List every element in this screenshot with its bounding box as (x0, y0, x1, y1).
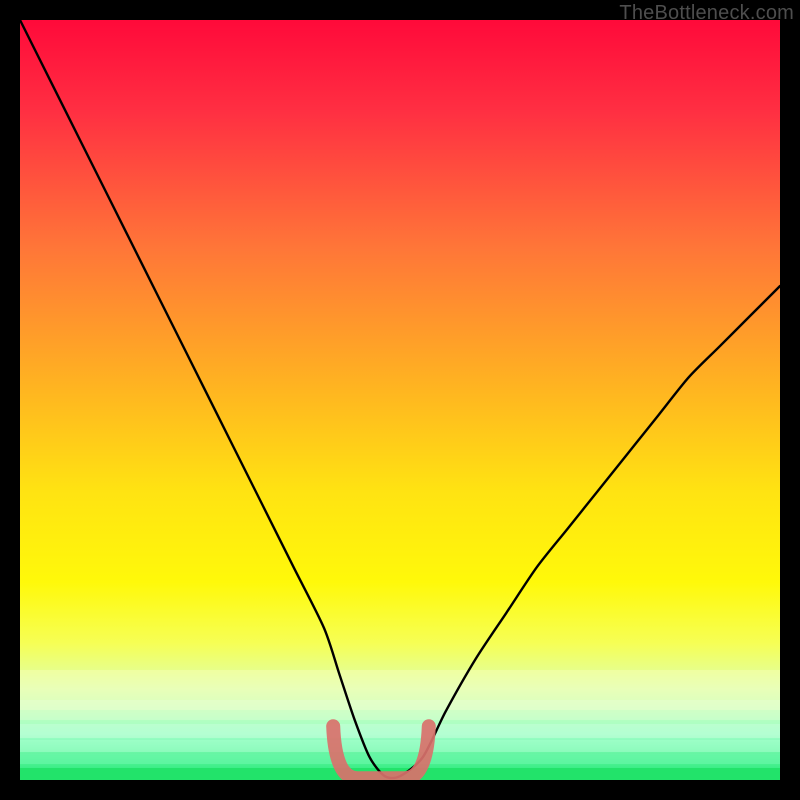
watermark-text: TheBottleneck.com (619, 2, 794, 25)
outer-frame: TheBottleneck.com (0, 0, 800, 800)
plot-area (20, 20, 780, 780)
min-region-marker (20, 20, 780, 780)
